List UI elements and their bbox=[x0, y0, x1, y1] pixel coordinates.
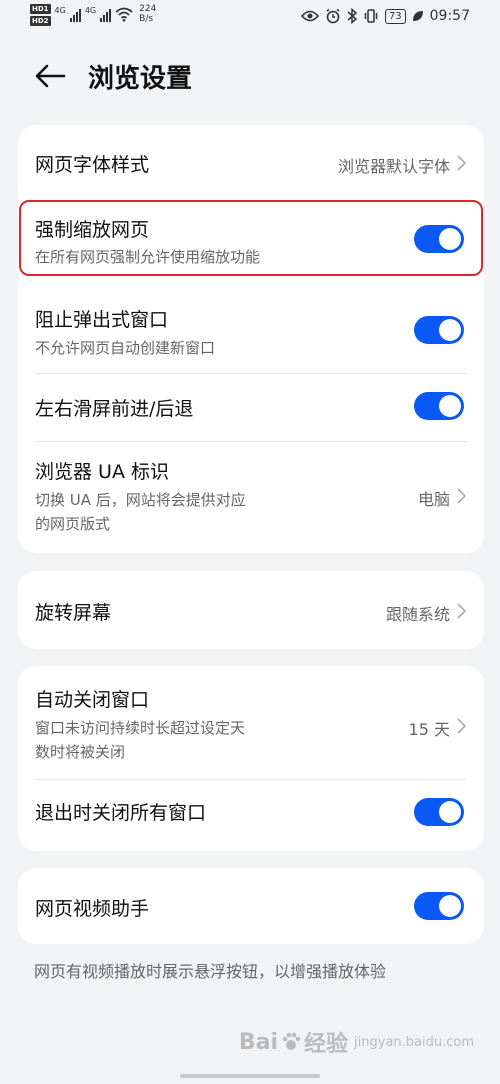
setting-title: 自动关闭窗口 bbox=[35, 689, 150, 711]
status-right: 73 09:57 bbox=[300, 8, 470, 24]
battery-level: 73 bbox=[388, 10, 402, 22]
settings-card-display: 网页字体样式 浏览器默认字体 强制缩放网页 在所有网页强制允许使用缩放功能 阻止… bbox=[18, 125, 484, 553]
status-left: HD1 HD2 4G 4G 224 B/s bbox=[30, 4, 156, 26]
battery-icon: 73 bbox=[384, 8, 406, 24]
setting-title: 网页字体样式 bbox=[35, 154, 150, 176]
paw-icon bbox=[282, 1032, 301, 1050]
setting-title: 左右滑屏前进/后退 bbox=[35, 398, 194, 420]
setting-title: 网页视频助手 bbox=[35, 898, 150, 920]
sim-tags: HD1 HD2 bbox=[30, 4, 51, 26]
sim1-tag: HD1 bbox=[30, 4, 51, 14]
alarm-icon bbox=[326, 8, 340, 24]
speed-value: 224 bbox=[139, 4, 157, 14]
subtitle-line: 窗口未访问持续时长超过设定天 bbox=[35, 719, 246, 737]
setting-title: 退出时关闭所有窗口 bbox=[35, 802, 207, 824]
page-header: 浏览设置 bbox=[0, 48, 500, 104]
back-arrow-icon bbox=[35, 64, 66, 88]
page-title: 浏览设置 bbox=[88, 64, 193, 94]
network-speed: 224 B/s bbox=[139, 4, 156, 24]
chevron-right-icon bbox=[457, 155, 466, 171]
swipe-nav-toggle[interactable] bbox=[414, 392, 464, 420]
setting-subtitle: 不允许网页自动创建新窗口 bbox=[35, 339, 216, 357]
setting-rotate-screen[interactable]: 旋转屏幕 跟随系统 bbox=[18, 571, 484, 649]
setting-user-agent[interactable]: 浏览器 UA 标识 切换 UA 后，网站将会提供对应 的网页版式 电脑 bbox=[18, 442, 484, 553]
bluetooth-icon bbox=[347, 8, 357, 24]
setting-font-style[interactable]: 网页字体样式 浏览器默认字体 bbox=[18, 125, 484, 201]
toggle-knob bbox=[439, 319, 461, 341]
setting-title: 浏览器 UA 标识 bbox=[35, 461, 169, 483]
toggle-knob bbox=[439, 395, 461, 417]
subtitle-line: 数时将被关闭 bbox=[35, 743, 126, 761]
leaf-icon bbox=[412, 11, 423, 21]
status-bar: HD1 HD2 4G 4G 224 B/s 73 09:57 bbox=[0, 0, 500, 34]
baidu-watermark: Bai 经验 jingyan.baidu.com bbox=[239, 1026, 474, 1058]
setting-title: 旋转屏幕 bbox=[35, 602, 112, 624]
network-type-2: 4G bbox=[84, 6, 97, 15]
force-zoom-toggle[interactable] bbox=[414, 225, 464, 253]
eye-icon bbox=[300, 10, 319, 22]
watermark-url: jingyan.baidu.com bbox=[354, 1034, 474, 1050]
settings-card-windows: 自动关闭窗口 窗口未访问持续时长超过设定天 数时将被关闭 15 天 退出时关闭所… bbox=[18, 666, 484, 851]
toggle-knob bbox=[439, 895, 461, 917]
setting-block-popup: 阻止弹出式窗口 不允许网页自动创建新窗口 bbox=[18, 285, 484, 373]
setting-force-zoom: 强制缩放网页 在所有网页强制允许使用缩放功能 bbox=[18, 203, 484, 276]
sim2-tag: HD2 bbox=[30, 16, 51, 26]
setting-subtitle: 窗口未访问持续时长超过设定天 数时将被关闭 bbox=[35, 716, 245, 764]
network-type-1: 4G bbox=[54, 6, 66, 15]
wifi-icon bbox=[115, 7, 133, 22]
setting-value: 电脑 bbox=[417, 490, 450, 509]
clock: 09:57 bbox=[429, 8, 470, 24]
back-button[interactable] bbox=[30, 56, 70, 96]
setting-subtitle: 在所有网页强制允许使用缩放功能 bbox=[35, 248, 261, 266]
setting-auto-close[interactable]: 自动关闭窗口 窗口未访问持续时长超过设定天 数时将被关闭 15 天 bbox=[18, 666, 484, 778]
toggle-knob bbox=[439, 228, 461, 250]
chevron-right-icon bbox=[457, 603, 466, 619]
toggle-knob bbox=[439, 801, 461, 823]
settings-card-video: 网页视频助手 bbox=[18, 868, 484, 944]
setting-close-all-on-exit: 退出时关闭所有窗口 bbox=[18, 780, 484, 851]
signal-icon-2 bbox=[100, 6, 112, 22]
block-popup-toggle[interactable] bbox=[414, 316, 464, 344]
setting-value: 跟随系统 bbox=[385, 605, 450, 624]
home-indicator[interactable] bbox=[180, 1074, 320, 1078]
vibrate-icon bbox=[364, 9, 378, 23]
watermark-brand: Bai bbox=[238, 1029, 279, 1055]
signal-icon-1 bbox=[69, 6, 81, 22]
setting-value: 15 天 bbox=[408, 720, 450, 739]
subtitle-line: 的网页版式 bbox=[35, 515, 111, 533]
close-all-toggle[interactable] bbox=[414, 798, 464, 826]
watermark-brand2: 经验 bbox=[304, 1032, 349, 1057]
video-helper-toggle[interactable] bbox=[414, 892, 464, 920]
setting-subtitle: 切换 UA 后，网站将会提供对应 的网页版式 bbox=[35, 488, 246, 536]
setting-title: 强制缩放网页 bbox=[35, 219, 150, 241]
subtitle-line: 切换 UA 后，网站将会提供对应 bbox=[35, 491, 246, 509]
setting-title: 阻止弹出式窗口 bbox=[35, 309, 169, 331]
settings-card-rotate: 旋转屏幕 跟随系统 bbox=[18, 571, 484, 649]
setting-swipe-nav: 左右滑屏前进/后退 bbox=[18, 374, 484, 440]
setting-video-helper: 网页视频助手 bbox=[18, 868, 484, 944]
video-helper-note: 网页有视频播放时展示悬浮按钮，以增强播放体验 bbox=[34, 962, 387, 981]
setting-value: 浏览器默认字体 bbox=[337, 157, 450, 176]
chevron-right-icon bbox=[457, 718, 466, 734]
speed-unit: B/s bbox=[139, 14, 154, 24]
chevron-right-icon bbox=[457, 488, 466, 504]
